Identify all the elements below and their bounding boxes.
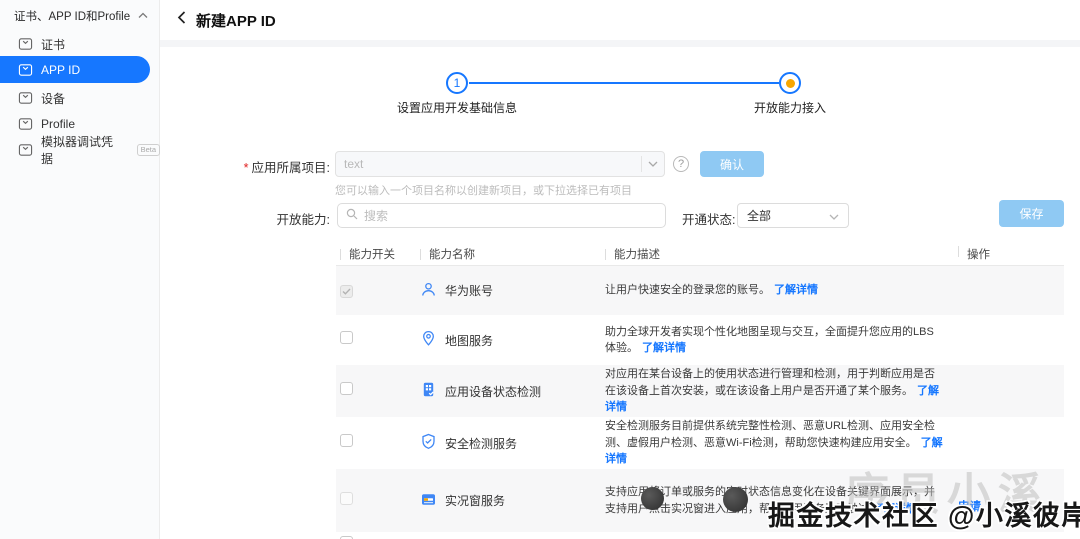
service-desc: 让用户快速安全的登录您的账号。 xyxy=(605,284,770,296)
project-label: *应用所属项目: xyxy=(180,157,330,176)
chevron-up-icon[interactable] xyxy=(138,10,148,22)
chevron-down-icon[interactable] xyxy=(642,161,664,167)
credential-card-icon xyxy=(18,63,33,77)
learn-more-link[interactable]: 了解详情 xyxy=(774,284,818,296)
learn-more-link[interactable]: 了解详情 xyxy=(642,342,686,354)
column-divider xyxy=(958,246,959,257)
sidebar-item-emulator-credentials[interactable]: 模拟器调试凭据 Beta xyxy=(0,138,160,162)
step-1-circle: 1 xyxy=(446,72,468,94)
credential-card-icon xyxy=(18,143,33,157)
search-input[interactable] xyxy=(364,209,657,223)
sidebar-item-label: APP ID xyxy=(41,63,80,77)
step-1-number: 1 xyxy=(454,76,461,90)
service-desc: 对应用在某台设备上的使用状态进行管理和检测，用于判断应用是否在该设备上首次安装，… xyxy=(605,368,935,397)
account-icon xyxy=(420,281,437,301)
credential-card-icon xyxy=(18,37,33,51)
sidebar-item-device[interactable]: 设备 xyxy=(0,86,160,110)
status-label: 开通状态: xyxy=(682,209,737,228)
beta-badge: Beta xyxy=(137,144,160,156)
capability-checkbox[interactable] xyxy=(340,331,353,344)
live-window-icon xyxy=(420,491,437,511)
main-area: 新建APP ID 1 设置应用开发基础信息 开放能力接入 *应用所属项目: ? … xyxy=(160,0,1080,539)
service-name: 实况窗服务 xyxy=(445,492,505,509)
table-row: 安全检测服务 安全检测服务目前提供系统完整性检测、恶意URL检测、应用安全检测、… xyxy=(336,417,1064,469)
service-name: 地图服务 xyxy=(445,332,493,349)
project-input-field[interactable] xyxy=(336,157,641,171)
sidebar-item-label: Profile xyxy=(41,117,75,131)
app-window: 证书、APP ID和Profile 证书 APP ID 设备 xyxy=(0,0,1080,539)
capability-search[interactable] xyxy=(337,203,666,228)
sidebar-header-label: 证书、APP ID和Profile xyxy=(14,8,130,24)
confirm-button[interactable]: 确认 xyxy=(700,151,764,177)
project-select-input[interactable] xyxy=(335,151,665,177)
sidebar-header[interactable]: 证书、APP ID和Profile xyxy=(14,8,148,24)
sidebar-item-appid[interactable]: APP ID xyxy=(0,56,150,83)
column-header-switch: 能力开关 xyxy=(336,246,420,262)
back-chevron-icon[interactable] xyxy=(176,10,187,30)
credential-card-icon xyxy=(18,117,33,131)
capability-checkbox-checked[interactable] xyxy=(340,285,353,298)
project-help-text: 您可以输入一个项目名称以创建新项目，或下拉选择已有项目 xyxy=(335,182,632,198)
column-divider xyxy=(605,249,606,260)
service-name: 应用设备状态检测 xyxy=(445,383,541,400)
question-mark-icon[interactable]: ? xyxy=(673,156,689,172)
sidebar-item-label: 设备 xyxy=(41,90,65,107)
step-connector xyxy=(469,82,779,84)
capability-checkbox[interactable] xyxy=(340,434,353,447)
step-2-circle xyxy=(779,72,801,94)
table-header-row: 能力开关 能力名称 能力描述 操作 xyxy=(336,243,1064,266)
status-select-value: 全部 xyxy=(747,207,771,224)
table-row: 实况窗服务 支持应用将订单或服务的实时状态信息变化在设备关键界面展示，并支持用户… xyxy=(336,469,1064,532)
apply-link[interactable]: 申请 xyxy=(958,498,981,514)
service-desc: 安全检测服务目前提供系统完整性检测、恶意URL检测、应用安全检测、虚假用户检测、… xyxy=(605,420,935,449)
capability-label: 开放能力: xyxy=(220,209,330,228)
step-2-label: 开放能力接入 xyxy=(700,99,880,116)
capability-checkbox[interactable] xyxy=(340,382,353,395)
sidebar-item-label: 模拟器调试凭据 xyxy=(41,133,124,167)
step-2-current-dot xyxy=(786,79,795,88)
chevron-down-icon xyxy=(829,209,839,223)
device-status-icon xyxy=(420,381,437,401)
column-header-desc: 能力描述 xyxy=(605,246,950,262)
page-title: 新建APP ID xyxy=(196,10,276,31)
sidebar-item-certificate[interactable]: 证书 xyxy=(0,32,160,56)
column-header-action: 操作 xyxy=(950,246,1064,262)
sidebar-item-label: 证书 xyxy=(41,36,65,53)
required-asterisk: * xyxy=(244,161,249,175)
step-1-label: 设置应用开发基础信息 xyxy=(367,99,547,116)
status-select[interactable]: 全部 xyxy=(737,203,849,228)
table-row: 应用设备状态检测 对应用在某台设备上的使用状态进行管理和检测，用于判断应用是否在… xyxy=(336,365,1064,417)
save-button[interactable]: 保存 xyxy=(999,200,1064,227)
page-header: 新建APP ID xyxy=(160,0,1080,40)
search-icon xyxy=(346,207,358,225)
service-name: 安全检测服务 xyxy=(445,435,517,452)
map-pin-icon xyxy=(420,330,437,350)
column-divider xyxy=(340,249,341,260)
shield-check-icon xyxy=(420,433,437,453)
column-header-name: 能力名称 xyxy=(420,246,605,262)
service-name: 华为账号 xyxy=(445,282,493,299)
table-row: 地图服务 助力全球开发者实现个性化地图呈现与交互，全面提升您应用的LBS 体验。… xyxy=(336,315,1064,365)
capability-checkbox-disabled[interactable] xyxy=(340,492,353,505)
header-divider xyxy=(160,40,1080,47)
column-divider xyxy=(420,249,421,260)
credential-card-icon xyxy=(18,91,33,105)
sidebar: 证书、APP ID和Profile 证书 APP ID 设备 xyxy=(0,0,160,539)
table-row: 华为账号 让用户快速安全的登录您的账号。了解详情 xyxy=(336,266,1064,315)
capability-table: 能力开关 能力名称 能力描述 操作 华为账号 让用户快速安全的登录您的账号。了解… xyxy=(336,243,1064,532)
learn-more-link[interactable]: 了解详情 xyxy=(873,503,917,515)
